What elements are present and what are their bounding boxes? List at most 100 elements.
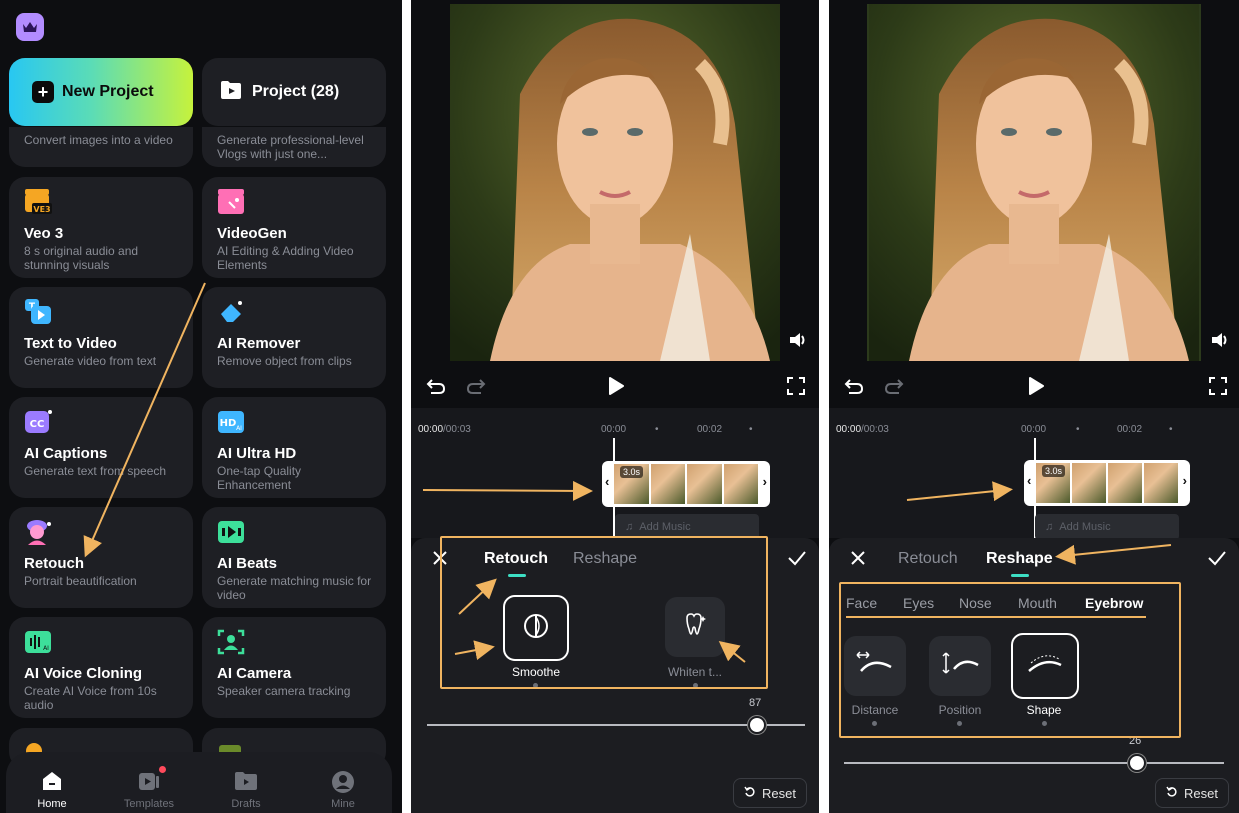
undo-icon[interactable]	[426, 376, 446, 401]
drafts-icon	[234, 770, 258, 794]
card-ai-captions[interactable]: CC AI Captions Generate text from speech	[9, 397, 193, 498]
video-clip[interactable]: ‹ 3.0s ›	[1024, 460, 1190, 506]
card-title: Text to Video	[24, 335, 117, 352]
card-title: Retouch	[24, 555, 84, 572]
camera-icon	[217, 628, 247, 661]
tab-underline	[1011, 574, 1029, 577]
close-icon[interactable]	[850, 550, 866, 571]
card-title: AI Remover	[217, 335, 301, 352]
music-note-icon: ♫	[1045, 521, 1054, 533]
card-desc: AI Editing & Adding Video Elements	[217, 244, 354, 272]
tab-retouch[interactable]: Retouch	[898, 550, 958, 568]
fullscreen-icon[interactable]	[1209, 377, 1227, 400]
card-ai-voice-cloning[interactable]: AI AI Voice Cloning Create AI Voice from…	[9, 617, 193, 718]
reset-icon	[1166, 786, 1178, 801]
crown-icon[interactable]	[16, 13, 44, 41]
nav-mine[interactable]: Mine	[303, 752, 383, 813]
time-display: 00:00/00:03	[836, 424, 889, 435]
clip-left-handle[interactable]: ‹	[605, 474, 609, 489]
card-veo3[interactable]: VE3 Veo 3 8 s original audio and stunnin…	[9, 177, 193, 278]
slider-value: 87	[749, 697, 762, 709]
speaker-icon[interactable]	[788, 331, 808, 354]
svg-text:VE3: VE3	[33, 205, 50, 214]
videogen-icon	[217, 188, 247, 221]
beats-icon	[217, 518, 247, 551]
tick-dot: •	[655, 424, 659, 435]
retouch-editor-screen: 00:00/00:03 00:00 • 00:02 • ‹ 3.0s › ♫ A…	[411, 0, 819, 813]
nav-templates[interactable]: Templates	[109, 752, 189, 813]
templates-icon	[137, 770, 161, 794]
nav-drafts[interactable]: Drafts	[206, 752, 286, 813]
confirm-icon[interactable]	[787, 550, 807, 571]
video-preview[interactable]	[450, 4, 780, 361]
speaker-icon[interactable]	[1210, 331, 1230, 354]
folder-play-icon	[220, 80, 242, 105]
reshape-editor-screen: 00:00/00:03 00:00 • 00:02 • ‹ 3.0s › ♫ A…	[829, 0, 1239, 813]
clip-right-handle[interactable]: ›	[763, 474, 767, 489]
play-icon[interactable]	[1027, 376, 1045, 401]
clip-left-handle[interactable]: ‹	[1027, 473, 1031, 488]
plus-icon: +	[32, 81, 54, 103]
card-ai-beats[interactable]: AI Beats Generate matching music for vid…	[202, 507, 386, 608]
highlight-box	[440, 536, 768, 689]
nav-label: Home	[37, 798, 67, 810]
confirm-icon[interactable]	[1207, 550, 1227, 571]
nav-label: Drafts	[231, 798, 261, 810]
clip-duration: 3.0s	[1042, 465, 1066, 477]
card-title: AI Voice Cloning	[24, 665, 143, 682]
tick-dot: •	[749, 424, 753, 435]
undo-icon[interactable]	[844, 376, 864, 401]
time-total: /00:03	[861, 424, 889, 435]
highlight-box	[839, 582, 1181, 738]
card-ai-camera[interactable]: AI Camera Speaker camera tracking	[202, 617, 386, 718]
card-title: Veo 3	[24, 225, 64, 242]
redo-icon[interactable]	[466, 376, 486, 401]
card-ai-remover[interactable]: AI Remover Remove object from clips	[202, 287, 386, 388]
card-ai-ultra-hd[interactable]: HD AI AI Ultra HD One-tap Quality Enhance…	[202, 397, 386, 498]
video-preview[interactable]	[867, 4, 1201, 361]
time-current: 00:00	[418, 424, 444, 435]
video-clip[interactable]: ‹ 3.0s ›	[602, 461, 770, 507]
card-desc: Generate professional-level Vlogs with j…	[217, 133, 364, 161]
add-music-track[interactable]: ♫ Add Music	[1035, 514, 1179, 540]
home-icon	[41, 770, 63, 794]
partial-card-vlog[interactable]: Generate professional-level Vlogs with j…	[202, 127, 386, 167]
intensity-slider[interactable]	[844, 762, 1224, 764]
add-music-label: Add Music	[1059, 521, 1111, 533]
nav-home[interactable]: Home	[12, 752, 92, 813]
partial-card-photo-to-video[interactable]: Convert images into a video	[9, 127, 193, 167]
tab-reshape[interactable]: Reshape	[986, 550, 1053, 568]
add-music-label: Add Music	[639, 521, 691, 533]
eraser-icon	[217, 298, 247, 331]
reset-label: Reset	[762, 785, 796, 801]
card-retouch[interactable]: Retouch Portrait beautification	[9, 507, 193, 608]
card-text-to-video[interactable]: T Text to Video Generate video from text	[9, 287, 193, 388]
card-desc: One-tap Quality Enhancement	[217, 464, 302, 492]
redo-icon[interactable]	[884, 376, 904, 401]
slider-knob[interactable]	[1128, 754, 1146, 772]
card-desc: Generate matching music for video	[217, 574, 372, 602]
play-icon[interactable]	[607, 376, 625, 401]
project-button[interactable]: Project (28)	[202, 58, 386, 126]
time-current: 00:00	[836, 424, 862, 435]
time-total: /00:03	[443, 424, 471, 435]
notification-dot	[159, 766, 166, 773]
card-desc: Generate text from speech	[24, 464, 167, 478]
reset-button[interactable]: Reset	[1155, 778, 1229, 808]
tick-dot: •	[1076, 424, 1080, 435]
slider-knob[interactable]	[748, 716, 766, 734]
reset-button[interactable]: Reset	[733, 778, 807, 808]
card-desc: Convert images into a video	[24, 133, 173, 147]
clip-right-handle[interactable]: ›	[1183, 473, 1187, 488]
reset-label: Reset	[1184, 785, 1218, 801]
fullscreen-icon[interactable]	[787, 377, 805, 400]
card-title: AI Ultra HD	[217, 445, 297, 462]
hd-icon: HD AI	[217, 408, 247, 441]
reset-icon	[744, 786, 756, 801]
new-project-button[interactable]: + New Project	[9, 58, 193, 126]
card-videogen[interactable]: VideoGen AI Editing & Adding Video Eleme…	[202, 177, 386, 278]
card-desc: Speaker camera tracking	[217, 684, 351, 698]
nav-label: Templates	[123, 798, 175, 810]
profile-icon	[331, 770, 355, 794]
card-desc: Remove object from clips	[217, 354, 352, 368]
